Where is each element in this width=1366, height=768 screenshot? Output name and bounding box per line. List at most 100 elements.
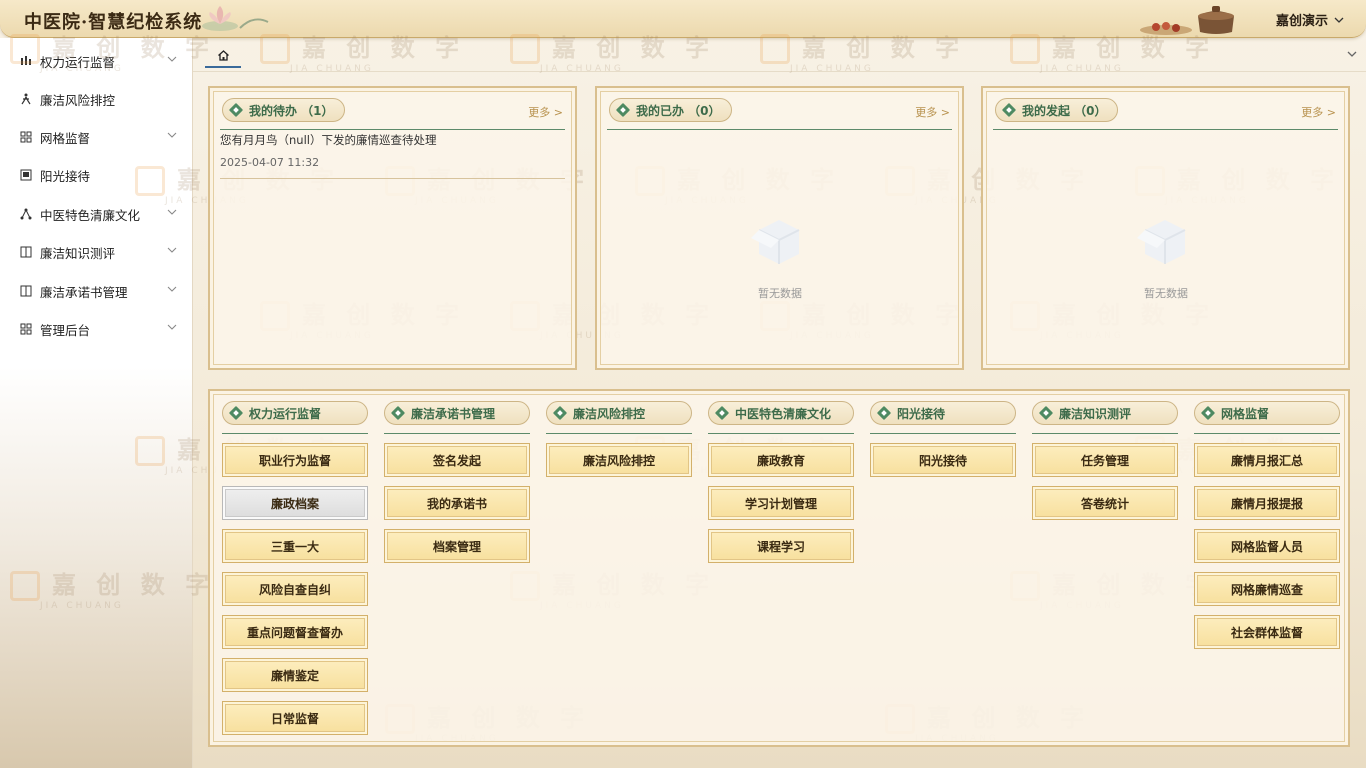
chevron-down-icon [167,56,177,62]
module-title-pledge: 廉洁承诺书管理 [384,401,530,425]
share-nodes-icon [20,208,32,220]
todo-item-time: 2025-04-07 11:32 [220,156,320,169]
sidebar-item-label: 管理后台 [40,322,91,338]
todo-item-title[interactable]: 您有月月鸟（null）下发的廉情巡查待处理 [220,132,436,148]
divider [220,129,565,130]
user-name: 嘉创演示 [1275,14,1328,29]
module-button[interactable]: 廉情月报提报 [1194,486,1340,520]
panel-my-todo: 我的待办 （1） 更多 > 您有月月鸟（null）下发的廉情巡查待处理 2025… [208,86,577,370]
diamond-icon [228,102,244,118]
lotus-decoration-icon [202,6,269,31]
module-button[interactable]: 网格廉情巡查 [1194,572,1340,606]
module-button[interactable]: 我的承诺书 [384,486,530,520]
grid-icon [20,323,32,335]
module-button[interactable]: 签名发起 [384,443,530,477]
panel-my-done: 我的已办 （0） 更多 > 暂无数据 [595,86,964,370]
divider [870,433,1016,434]
panel-my-initiated: 我的发起 （0） 更多 > 暂无数据 [981,86,1350,370]
module-title-risk-control: 廉洁风险排控 [546,401,692,425]
chevron-down-icon[interactable] [1346,48,1358,60]
module-button[interactable]: 廉洁风险排控 [546,443,692,477]
chevron-down-icon [167,324,177,330]
grid-icon [20,131,32,143]
panel-title: 我的已办 （0） [609,98,732,122]
diamond-icon [1001,102,1017,118]
divider [222,433,368,434]
sidebar-item-label: 权力运行监督 [40,54,116,70]
chart-bars-icon [20,55,32,67]
sidebar-item-power-supervision[interactable]: 权力运行监督 [0,42,193,80]
home-icon [217,49,229,61]
module-button[interactable]: 廉政档案 [222,486,368,520]
panel-modules: 权力运行监督 职业行为监督 廉政档案 三重一大 风险自查自纠 重点问题督查督办 … [208,389,1350,747]
module-button[interactable]: 风险自查自纠 [222,572,368,606]
diamond-icon [714,405,730,421]
chevron-down-icon [167,209,177,215]
module-button[interactable]: 廉政教育 [708,443,854,477]
empty-box-icon [751,220,800,264]
sidebar: 权力运行监督 廉洁风险排控 网格监督 阳光接待 中医特色清廉文化 廉洁知识测评 [0,38,193,768]
module-button[interactable]: 职业行为监督 [222,443,368,477]
divider [220,178,565,179]
module-button[interactable]: 重点问题督查督办 [222,615,368,649]
tab-home[interactable] [205,44,241,68]
diamond-icon [615,102,631,118]
top-header: 中医院·智慧纪检系统 嘉创演示 [0,0,1366,38]
module-button[interactable]: 答卷统计 [1032,486,1178,520]
module-button[interactable]: 任务管理 [1032,443,1178,477]
user-menu[interactable]: 嘉创演示 [1276,10,1344,29]
book-icon [20,246,32,258]
sidebar-item-label: 中医特色清廉文化 [40,207,141,223]
sidebar-item-label: 廉洁承诺书管理 [40,284,128,300]
divider [1032,433,1178,434]
more-link[interactable]: 更多 > [915,104,950,120]
diamond-icon [876,405,892,421]
tab-bar [193,38,1366,72]
module-button[interactable]: 阳光接待 [870,443,1016,477]
book-icon [20,285,32,297]
diamond-icon [1200,405,1216,421]
more-link[interactable]: 更多 > [1301,104,1336,120]
person-run-icon [20,93,32,105]
module-button[interactable]: 学习计划管理 [708,486,854,520]
sidebar-item-knowledge-test[interactable]: 廉洁知识测评 [0,233,193,271]
empty-box-icon [1137,220,1186,264]
divider [607,129,952,130]
diamond-icon [390,405,406,421]
module-button[interactable]: 廉情月报汇总 [1194,443,1340,477]
module-button[interactable]: 日常监督 [222,701,368,735]
empty-text: 暂无数据 [758,287,802,300]
sidebar-item-admin[interactable]: 管理后台 [0,310,193,348]
sidebar-item-label: 网格监督 [40,130,91,146]
diamond-icon [1038,405,1054,421]
sidebar-item-pledge-management[interactable]: 廉洁承诺书管理 [0,272,193,310]
sidebar-item-grid-supervision[interactable]: 网格监督 [0,118,193,156]
module-button[interactable]: 档案管理 [384,529,530,563]
more-link[interactable]: 更多 > [528,104,563,120]
sidebar-item-label: 阳光接待 [40,168,91,184]
module-button[interactable]: 廉情鉴定 [222,658,368,692]
module-title-grid-supervision: 网格监督 [1194,401,1340,425]
diamond-icon [228,405,244,421]
module-button[interactable]: 三重一大 [222,529,368,563]
panel-title: 我的发起 （0） [995,98,1118,122]
divider [993,129,1338,130]
divider [384,433,530,434]
module-button[interactable]: 社会群体监督 [1194,615,1340,649]
divider [1194,433,1340,434]
chevron-down-icon [1334,17,1344,23]
diamond-icon [552,405,568,421]
sidebar-item-label: 廉洁知识测评 [40,245,116,261]
module-title-tcm-culture: 中医特色清廉文化 [708,401,854,425]
module-button[interactable]: 课程学习 [708,529,854,563]
sidebar-item-sunshine-reception[interactable]: 阳光接待 [0,156,193,194]
empty-text: 暂无数据 [1144,287,1188,300]
module-title-sunshine-reception: 阳光接待 [870,401,1016,425]
sidebar-item-tcm-culture[interactable]: 中医特色清廉文化 [0,195,193,233]
module-button[interactable]: 网格监督人员 [1194,529,1340,563]
sidebar-item-risk-control[interactable]: 廉洁风险排控 [0,80,193,118]
module-title-power-supervision: 权力运行监督 [222,401,368,425]
chevron-down-icon [167,286,177,292]
divider [546,433,692,434]
chevron-down-icon [167,132,177,138]
